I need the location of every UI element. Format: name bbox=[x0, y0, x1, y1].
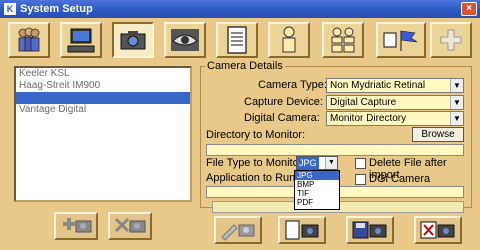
chevron-down-icon[interactable]: ▼ bbox=[450, 112, 463, 125]
new-camera-button[interactable] bbox=[278, 216, 326, 244]
eye-icon bbox=[171, 29, 199, 51]
edit-camera-button[interactable] bbox=[214, 216, 262, 244]
camera-button[interactable] bbox=[112, 22, 154, 58]
title-bar: K System Setup × bbox=[0, 0, 480, 18]
camera-type-select[interactable]: Non Mydriatic Retinal ▼ bbox=[326, 78, 464, 93]
close-icon[interactable]: × bbox=[461, 2, 477, 16]
dgi-camera-label: DGi Camera bbox=[369, 173, 431, 185]
digital-camera-label: Digital Camera: bbox=[244, 112, 320, 124]
save-camera-icon bbox=[352, 221, 387, 239]
list-item-selected[interactable] bbox=[16, 92, 190, 104]
flag-icon bbox=[383, 30, 418, 51]
delete-camera-button[interactable] bbox=[108, 212, 152, 240]
digital-camera-select[interactable]: Monitor Directory ▼ bbox=[326, 111, 464, 126]
file-type-select[interactable]: JPG ▼ bbox=[296, 156, 338, 170]
group-button[interactable] bbox=[322, 22, 364, 58]
eye-button[interactable] bbox=[164, 22, 206, 58]
add-camera-icon bbox=[63, 218, 92, 233]
delete-file-checkbox[interactable] bbox=[355, 158, 366, 169]
capture-device-value: Digital Capture bbox=[330, 97, 397, 108]
app-icon: K bbox=[4, 3, 16, 15]
camera-type-label: Camera Type: bbox=[258, 79, 327, 91]
add-button[interactable] bbox=[430, 22, 472, 58]
group-icon bbox=[331, 27, 355, 53]
flag-button[interactable] bbox=[376, 22, 426, 58]
plus-icon bbox=[440, 29, 462, 51]
browse-button[interactable]: Browse bbox=[412, 127, 464, 142]
users-button[interactable] bbox=[8, 22, 50, 58]
directory-label: Directory to Monitor: bbox=[206, 129, 306, 141]
directory-input[interactable] bbox=[206, 144, 464, 156]
list-item[interactable]: Vantage Digital bbox=[16, 104, 190, 116]
chevron-down-icon[interactable]: ▼ bbox=[450, 96, 463, 109]
pencil-camera-icon bbox=[221, 224, 255, 241]
computer-icon bbox=[67, 28, 95, 53]
capture-device-label: Capture Device: bbox=[244, 96, 323, 108]
document-camera-icon bbox=[285, 220, 319, 240]
dgi-camera-checkbox[interactable] bbox=[355, 174, 366, 185]
device-list[interactable]: Keeler KSL Haag-Streit IM900 Vantage Dig… bbox=[14, 66, 192, 202]
camera-type-value: Non Mydriatic Retinal bbox=[330, 80, 426, 91]
list-item[interactable]: Haag-Streit IM900 bbox=[16, 80, 190, 92]
dropdown-option[interactable]: TIF bbox=[295, 189, 339, 198]
capture-device-select[interactable]: Digital Capture ▼ bbox=[326, 95, 464, 110]
file-type-dropdown[interactable]: JPG BMP TIF PDF bbox=[294, 170, 340, 210]
dropdown-option[interactable]: BMP bbox=[295, 180, 339, 189]
file-type-label: File Type to Monitor: bbox=[206, 157, 306, 169]
chevron-down-icon[interactable]: ▼ bbox=[450, 79, 463, 92]
window-title: System Setup bbox=[20, 3, 93, 15]
toolbar bbox=[0, 18, 480, 62]
add-camera-button[interactable] bbox=[54, 212, 98, 240]
digital-camera-value: Monitor Directory bbox=[330, 113, 407, 124]
camera-icon bbox=[120, 31, 146, 50]
camera-details-legend: Camera Details bbox=[205, 60, 285, 72]
person-button[interactable] bbox=[268, 22, 310, 58]
computer-button[interactable] bbox=[60, 22, 102, 58]
person-icon bbox=[282, 26, 296, 53]
dropdown-option[interactable]: JPG bbox=[295, 171, 339, 180]
delete-camera-icon bbox=[114, 217, 146, 233]
delete-camera-record-icon bbox=[420, 221, 455, 239]
users-icon bbox=[18, 27, 40, 52]
delete-record-button[interactable] bbox=[414, 216, 462, 244]
list-item[interactable]: Keeler KSL bbox=[16, 68, 190, 80]
save-camera-button[interactable] bbox=[346, 216, 394, 244]
dropdown-option[interactable]: PDF bbox=[295, 198, 339, 207]
chevron-down-icon[interactable]: ▼ bbox=[325, 157, 337, 169]
document-button[interactable] bbox=[216, 22, 258, 58]
document-icon bbox=[227, 26, 247, 54]
file-type-value: JPG bbox=[297, 157, 319, 169]
